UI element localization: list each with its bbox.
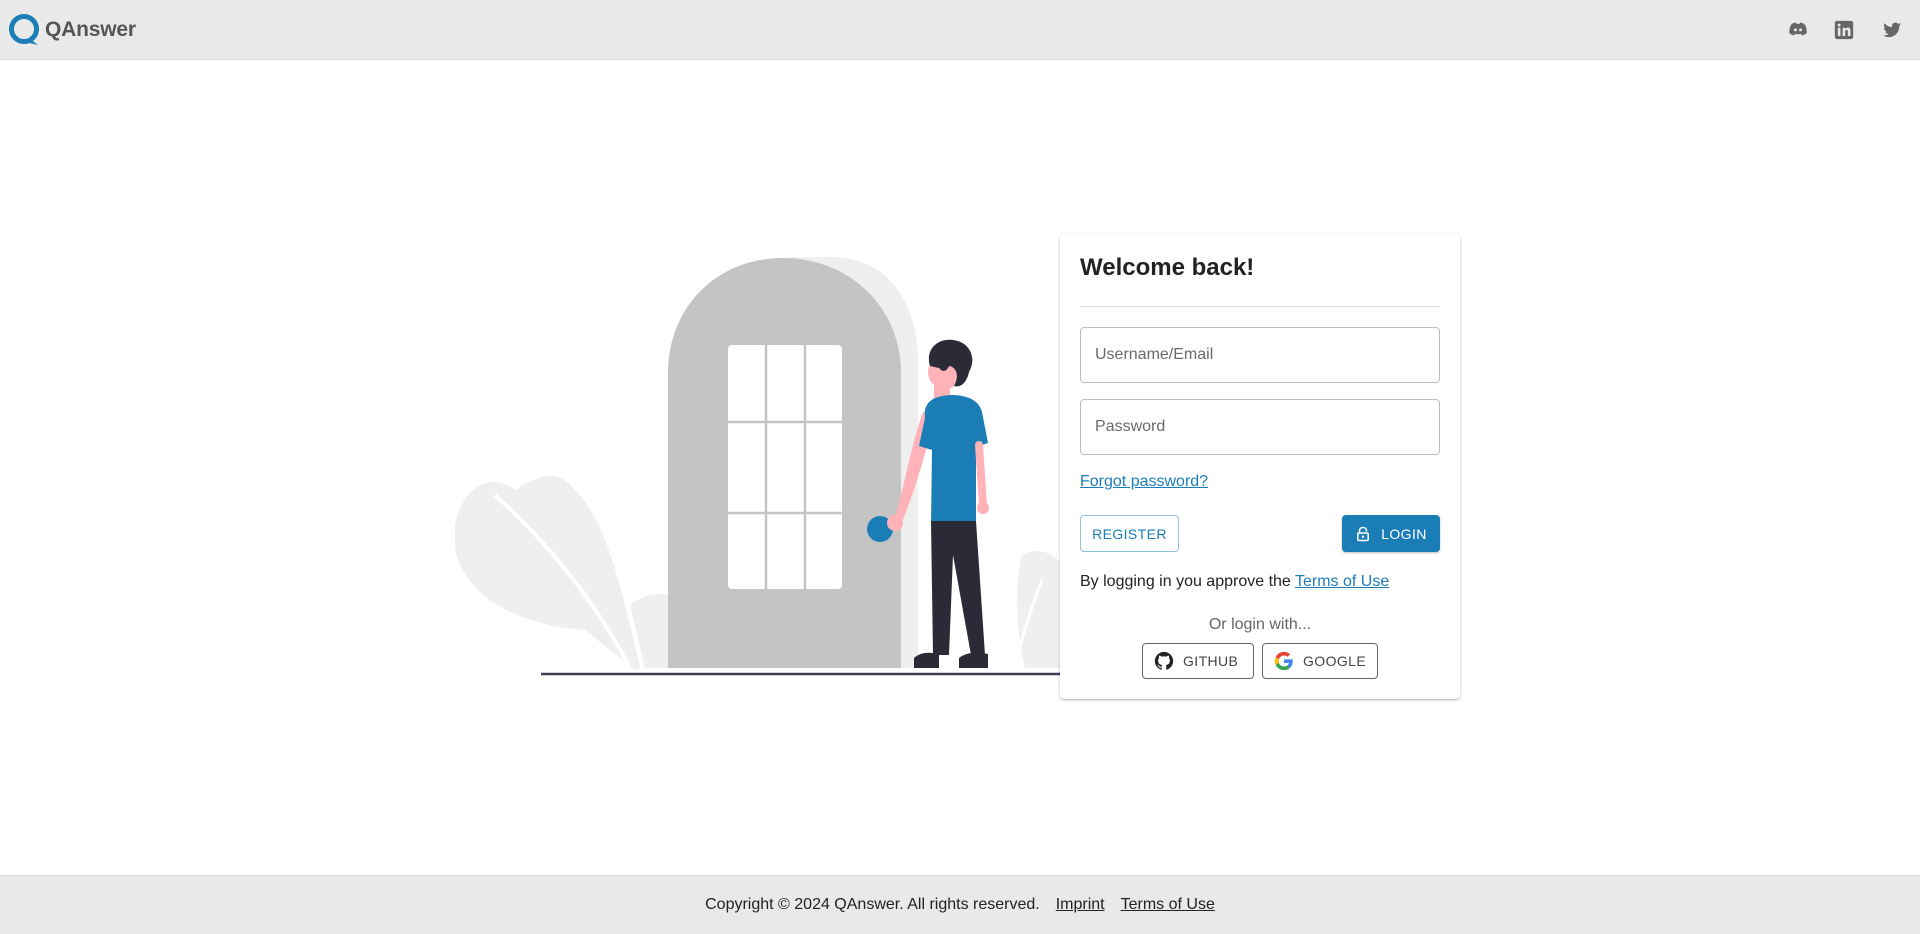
discord-icon <box>1789 22 1807 36</box>
register-button[interactable]: REGISTER <box>1080 515 1179 552</box>
login-title: Welcome back! <box>1080 254 1255 281</box>
password-input[interactable] <box>1081 400 1439 454</box>
copyright-text: Copyright © 2024 QAnswer. All rights res… <box>705 896 1040 913</box>
qanswer-logo-icon <box>9 14 39 45</box>
username-input[interactable] <box>1081 328 1439 382</box>
lock-icon <box>1357 526 1370 541</box>
approve-text: By logging in you approve the <box>1080 573 1291 590</box>
terms-approval-text: By logging in you approve the Terms of U… <box>1080 573 1389 591</box>
login-button-label: LOGIN <box>1381 525 1427 542</box>
forgot-password-link[interactable]: Forgot password? <box>1080 473 1208 491</box>
google-button-label: GOOGLE <box>1303 653 1367 669</box>
page-footer: Copyright © 2024 QAnswer. All rights res… <box>0 875 1920 934</box>
discord-link[interactable] <box>1786 18 1810 42</box>
login-card: Welcome back! Forgot password? REGISTER … <box>1060 234 1460 699</box>
password-field[interactable] <box>1080 399 1440 455</box>
or-login-with-text: Or login with... <box>1208 616 1312 633</box>
register-button-label: REGISTER <box>1092 525 1167 542</box>
twitter-icon <box>1883 22 1902 38</box>
terms-of-use-link[interactable]: Terms of Use <box>1295 573 1389 590</box>
github-login-button[interactable]: GITHUB <box>1142 643 1254 679</box>
twitter-link[interactable] <box>1880 18 1904 42</box>
top-bar: QAnswer <box>0 0 1920 60</box>
title-divider <box>1080 306 1440 307</box>
username-field[interactable] <box>1080 327 1440 383</box>
footer-terms-link[interactable]: Terms of Use <box>1121 896 1215 914</box>
linkedin-icon <box>1834 20 1854 40</box>
imprint-link[interactable]: Imprint <box>1056 896 1105 914</box>
github-button-label: GITHUB <box>1183 653 1239 669</box>
google-login-button[interactable]: GOOGLE <box>1262 643 1378 679</box>
github-icon <box>1154 651 1174 670</box>
login-button[interactable]: LOGIN <box>1342 515 1440 552</box>
door-illustration <box>455 257 1065 676</box>
brand-name: QAnswer <box>45 18 136 41</box>
brand-logo-link[interactable]: QAnswer <box>7 13 136 47</box>
google-icon <box>1274 651 1293 671</box>
linkedin-link[interactable] <box>1832 18 1856 42</box>
